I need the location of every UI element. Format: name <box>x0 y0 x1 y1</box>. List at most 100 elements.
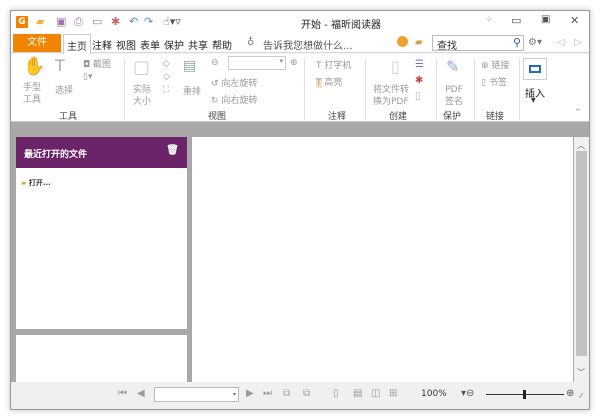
trash-icon[interactable]: 🗑 <box>166 145 179 156</box>
link-button[interactable]: ⊕ 链接 <box>481 58 509 71</box>
convert-to-pdf-button[interactable]: 将文件转 换为PDF <box>373 84 409 108</box>
zoom-in-button[interactable]: ⊕ <box>566 388 574 399</box>
protect-group-label: 保护 <box>443 112 462 122</box>
document-area <box>192 137 573 387</box>
restore-layout-button[interactable]: ⁘ <box>485 15 493 25</box>
resize-grip-icon[interactable]: ⁄⁄ <box>580 392 582 400</box>
prev-page-icon[interactable]: ◀ <box>137 388 145 399</box>
bookmark-label: 书签 <box>488 78 507 88</box>
link-label: 链接 <box>491 61 510 71</box>
collapse-ribbon-icon[interactable]: ⌃ <box>574 108 582 118</box>
form-icon[interactable]: ▭ <box>92 15 102 28</box>
first-page-icon[interactable]: ⏮ <box>118 388 127 399</box>
tab-comment[interactable]: 注释 <box>92 37 112 52</box>
vertical-scrollbar[interactable]: ︿ ﹀ <box>574 137 589 387</box>
typewriter-button[interactable]: T 打字机 <box>316 58 351 71</box>
last-page-icon[interactable]: ⏭ <box>263 388 272 399</box>
clipboard-icon[interactable]: ▯▾ <box>83 72 92 82</box>
divider <box>124 58 125 120</box>
create-small-icons[interactable]: ☰ ✱ ▯ <box>415 57 424 105</box>
continuous-icon[interactable]: ▤ <box>353 388 362 399</box>
insert-dropdown-icon[interactable]: ▼ <box>531 97 536 104</box>
tab-share[interactable]: 共享 <box>188 37 208 52</box>
continuous-facing-icon[interactable]: ⊞ <box>389 388 397 399</box>
highlight-label: 高亮 <box>324 78 343 88</box>
tab-form[interactable]: 表单 <box>140 37 160 52</box>
heart-icon[interactable] <box>397 36 408 47</box>
insert-icon <box>529 65 541 73</box>
comment-group-label: 注释 <box>328 112 347 122</box>
actual-size-button[interactable]: 实际 大小 <box>133 84 151 108</box>
actual-size-icon: ▢ <box>133 57 151 78</box>
insert-button[interactable] <box>523 58 547 80</box>
tab-home[interactable]: 主页 <box>63 34 91 54</box>
gear-icon[interactable]: ⚙▾ <box>528 37 542 48</box>
divider <box>365 58 366 120</box>
save-icon[interactable]: ▣ <box>56 15 66 28</box>
workspace: 最近打开的文件 🗑 ▰ 打开... ︿ ﹀ <box>11 122 589 395</box>
highlight-button[interactable]: T 高亮 <box>316 75 342 88</box>
folder-search-icon[interactable]: ▰ <box>415 37 423 48</box>
zoom-slider-thumb[interactable] <box>523 390 526 399</box>
reflow-button[interactable]: 重排 <box>183 84 201 97</box>
back-icon[interactable]: ◁ <box>557 37 565 48</box>
forward-icon[interactable]: ▷ <box>574 37 582 48</box>
rotate-right-label: 向右旋转 <box>221 96 258 106</box>
pen-icon: ✎ <box>446 57 460 76</box>
new-icon[interactable]: ✱ <box>111 15 120 28</box>
divider <box>474 58 475 120</box>
recent-files-panel: 最近打开的文件 🗑 ▰ 打开... <box>16 137 187 329</box>
search-placeholder: 查找 <box>437 41 457 52</box>
redo-icon[interactable]: ↷ <box>144 15 153 28</box>
typewriter-label: 打字机 <box>324 61 352 71</box>
create-group-label: 创建 <box>389 112 408 122</box>
tab-help[interactable]: 帮助 <box>212 37 232 52</box>
rotate-left-button[interactable]: ↺ 向左旋转 <box>211 76 257 89</box>
convert-icon: ▯ <box>391 57 400 76</box>
file-tab[interactable]: 文件 <box>13 34 61 52</box>
search-input[interactable]: 查找 ⚲ <box>432 35 524 52</box>
fit-icons[interactable]: ◇ ◇ ⛶ <box>163 58 170 97</box>
print-icon[interactable]: ⎙ <box>74 15 83 29</box>
undo-icon[interactable]: ↶ <box>129 15 138 28</box>
rotate-right-button[interactable]: ↻ 向右旋转 <box>211 93 257 106</box>
zoom-select[interactable]: ▾ <box>228 56 286 70</box>
window-title: 开始 - 福昕阅读器 <box>301 20 381 31</box>
prev-view-icon[interactable]: ⧉ <box>283 388 290 399</box>
open-label: 打开... <box>28 179 51 187</box>
status-bar: ⏮ ◀ ▾ ▶ ⏭ ⧉ ⧉ ▯ ▤ ◫ ⊞ 100% ▾⊖ ⊕ ⁄⁄ <box>11 382 589 409</box>
maximize-button[interactable]: ▣ <box>541 14 550 25</box>
single-page-icon[interactable]: ▯ <box>333 388 339 399</box>
search-icon[interactable]: ⚲ <box>513 36 521 49</box>
select-button[interactable]: 选择 <box>55 83 73 96</box>
close-button[interactable]: ✕ <box>570 14 579 27</box>
zoom-level[interactable]: 100% <box>421 389 447 399</box>
facing-icon[interactable]: ◫ <box>371 388 380 399</box>
open-file-link[interactable]: ▰ 打开... <box>16 168 187 198</box>
scroll-thumb[interactable] <box>576 151 587 356</box>
open-icon[interactable]: ▰ <box>36 15 44 28</box>
bookmark-button[interactable]: ▯ 书签 <box>481 75 507 88</box>
scroll-up-icon[interactable]: ︿ <box>577 140 585 151</box>
minimize-button[interactable]: ▭ <box>511 14 521 27</box>
zoom-in-icon[interactable]: ⊕ <box>290 58 298 68</box>
scroll-down-icon[interactable]: ﹀ <box>577 367 585 378</box>
zoom-slider[interactable] <box>486 390 564 399</box>
page-input[interactable]: ▾ <box>154 387 239 402</box>
next-view-icon[interactable]: ⧉ <box>303 388 310 399</box>
snapshot-button[interactable]: ◘ 截图 <box>83 57 111 70</box>
lightbulb-icon: ♁ <box>247 37 255 48</box>
hand-dropdown-icon[interactable]: ☝▾▿ <box>163 15 181 28</box>
next-page-icon[interactable]: ▶ <box>246 388 254 399</box>
menu-bar: 文件 主页 注释 视图 表单 保护 共享 帮助 ♁ 告诉我您想做什么... ▰ … <box>11 33 589 54</box>
pdf-sign-button[interactable]: PDF 签名 <box>445 84 463 108</box>
tell-me-input[interactable]: 告诉我您想做什么... <box>263 37 353 52</box>
recent-files-header: 最近打开的文件 🗑 <box>16 137 187 168</box>
rotate-left-label: 向左旋转 <box>221 79 258 89</box>
hand-tool-button[interactable]: 手型 工具 <box>23 82 41 106</box>
tab-view[interactable]: 视图 <box>116 37 136 52</box>
zoom-out-icon[interactable]: ⊖ <box>211 58 219 68</box>
title-bar: G ▰ ▣ ⎙ ▭ ✱ ↶ ↷ ☝▾▿ 开始 - 福昕阅读器 ⁘ ▭ ▣ ✕ <box>11 11 589 33</box>
tab-protect[interactable]: 保护 <box>164 37 184 52</box>
zoom-out-button[interactable]: ▾⊖ <box>461 388 474 399</box>
